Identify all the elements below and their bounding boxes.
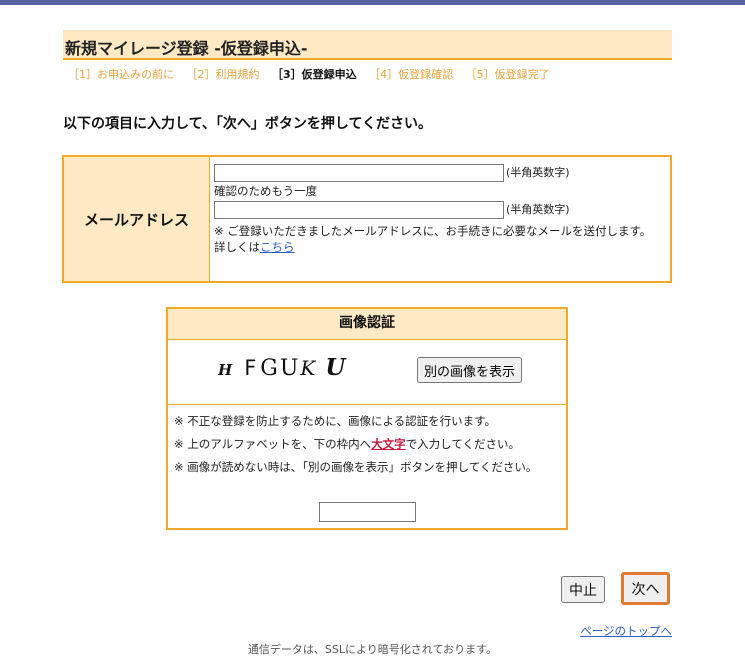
email-detail-prefix: 詳しくは [214,240,260,254]
captcha-note-2: ※ 上のアルファベットを、下の枠内へ大文字で入力してください。 [174,436,560,452]
captcha-char-1: H [218,361,235,379]
step-3-current: ［3］仮登録申込 [272,68,357,81]
captcha-note-3: ※ 画像が読めない時は、「別の画像を表示」ボタンを押してください。 [174,460,538,474]
captcha-char-5: K [300,356,318,380]
captcha-header: 画像認証 [168,309,566,340]
page-top-link[interactable]: ページのトップへ [580,623,672,639]
next-button[interactable]: 次へ [621,572,670,605]
email-input[interactable] [214,163,504,182]
email-form-table: メールアドレス (半角英数字) 確認のためもう一度 (半角英数字) ※ ご登録い… [62,155,672,283]
captcha-box: 画像認証 H FGUK U 別の画像を表示 ※ 不正な登録を防止するために、画像によ… [166,307,568,530]
email-note: ※ ご登録いただきましたメールアドレスに、お手続きに必要なメールを送付します。 [214,224,652,238]
instruction-text: 以下の項目に入力して、「次へ」ボタンを押してください。 [63,116,433,132]
step-2: ［2］利用規約 [186,68,260,81]
page-title-box: 新規マイレージ登録 -仮登録申込- [63,30,672,60]
step-1: ［1］お申込みの前に [68,68,174,81]
cancel-button[interactable]: 中止 [561,576,605,603]
captcha-notes: ※ 不正な登録を防止するために、画像による認証を行います。 ※ 上のアルファベッ… [168,405,566,475]
captcha-char-4: U [279,356,301,381]
captcha-input[interactable] [319,502,416,522]
top-bar [0,0,745,5]
step-5: ［5］仮登録完了 [465,68,550,81]
email-field-cell: (半角英数字) 確認のためもう一度 (半角英数字) ※ ご登録いただきましたメー… [209,155,672,283]
captcha-note-1: ※ 不正な登録を防止するために、画像による認証を行います。 [174,414,496,428]
page-title: 新規マイレージ登録 -仮登録申込- [65,39,308,58]
email-confirm-input[interactable] [214,200,504,219]
captcha-refresh-button[interactable]: 別の画像を表示 [417,357,523,383]
captcha-note-2-emphasis: 大文字 [371,437,406,451]
captcha-note-2-suffix: で入力してください。 [405,437,520,451]
step-indicator: ［1］お申込みの前に ［2］利用規約 ［3］仮登録申込 ［4］仮登録確認 ［5］… [68,66,559,82]
captcha-image: H FGUK U [218,354,347,381]
captcha-note-2-prefix: ※ 上のアルファベットを、下の枠内へ [174,437,372,451]
captcha-char-3: G [260,356,280,381]
captcha-char-6: U [325,354,348,381]
email-confirm-label: 確認のためもう一度 [214,184,318,198]
email-label: メールアドレス [62,155,210,283]
step-4: ［4］仮登録確認 [369,68,454,81]
captcha-image-row: H FGUK U 別の画像を表示 [168,340,566,405]
email-confirm-hint: (半角英数字) [506,202,570,216]
email-detail: 詳しくはこちら [214,239,665,255]
captcha-char-2: F [244,356,259,380]
email-detail-link[interactable]: こちら [260,240,295,254]
email-hint: (半角英数字) [506,165,570,179]
